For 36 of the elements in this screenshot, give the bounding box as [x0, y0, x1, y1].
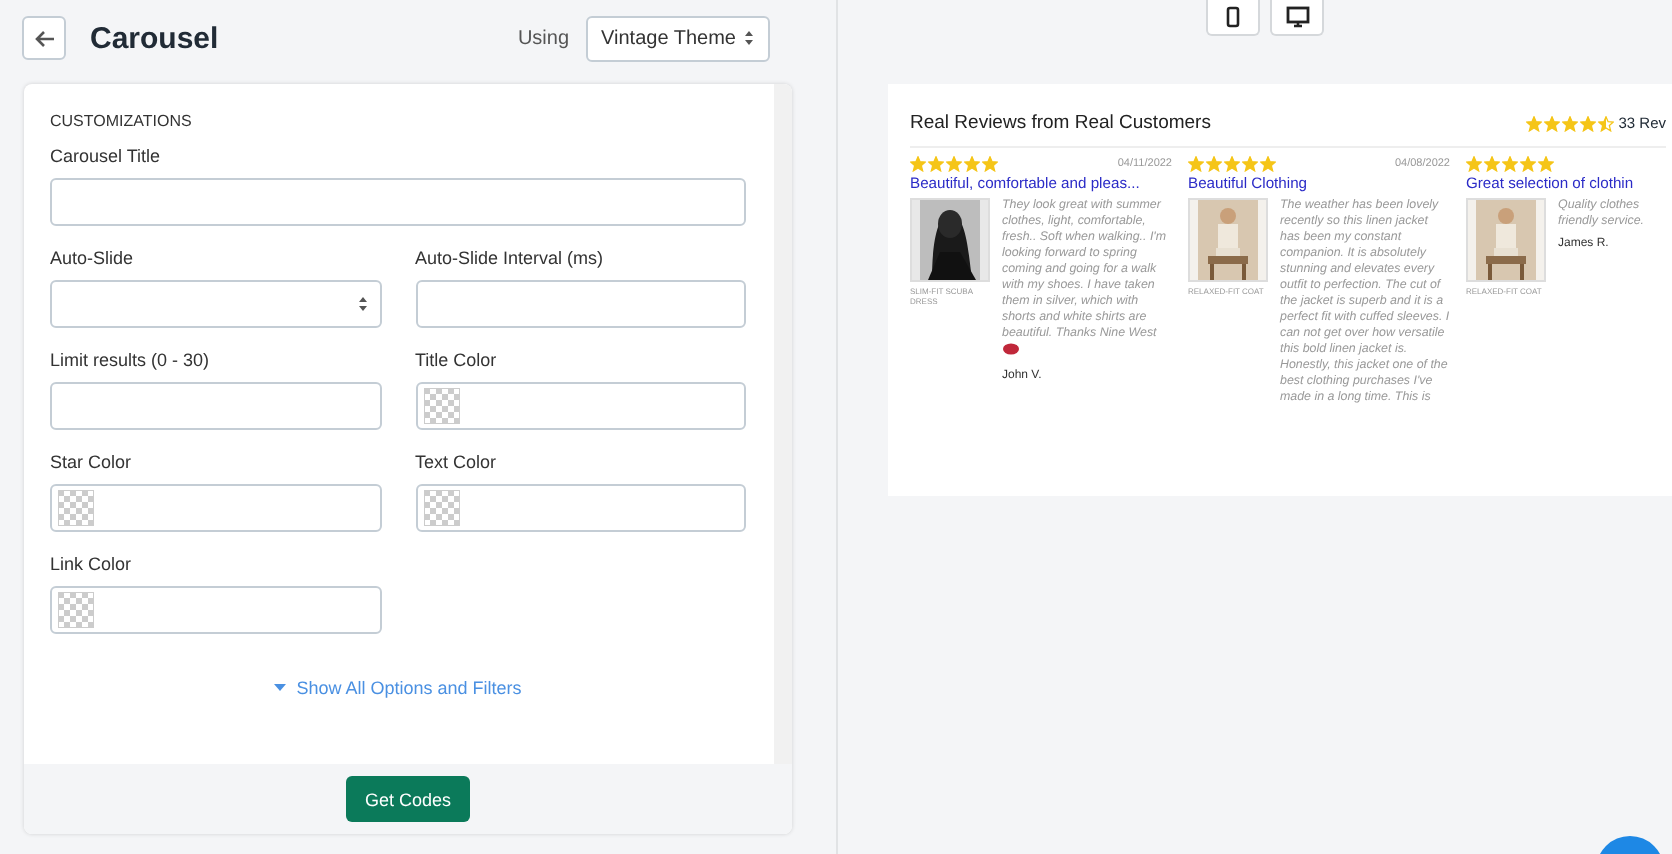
- field-label: Limit results (0 - 30): [50, 350, 212, 370]
- page-title: Carousel: [90, 21, 219, 55]
- monitor-icon: [1285, 6, 1309, 28]
- widget-title: Real Reviews from Real Customers: [910, 112, 1211, 134]
- get-codes-button[interactable]: Get Codes: [346, 776, 470, 822]
- desktop-view-button[interactable]: [1270, 0, 1324, 36]
- color-field[interactable]: [50, 586, 382, 634]
- section-heading: CUSTOMIZATIONS: [50, 112, 194, 130]
- input-field[interactable]: [415, 280, 746, 328]
- theme-label: Using: [517, 27, 570, 49]
- phone-icon: [1226, 6, 1240, 28]
- select-field[interactable]: [50, 280, 381, 328]
- scrollbar[interactable]: [774, 84, 792, 764]
- back-arrow-icon: [33, 29, 55, 47]
- field-label: Link Color: [50, 554, 134, 574]
- transparent-swatch-icon: [423, 388, 459, 424]
- color-field[interactable]: [415, 484, 746, 532]
- field-label: Text Color: [415, 452, 499, 472]
- sort-caret-icon: [357, 296, 367, 312]
- field-label: Carousel Title: [50, 146, 163, 166]
- transparent-swatch-icon: [58, 592, 94, 628]
- transparent-swatch-icon: [423, 490, 459, 526]
- color-field[interactable]: [415, 382, 746, 430]
- input-field[interactable]: [50, 382, 381, 430]
- field-label: Star Color: [50, 452, 134, 472]
- transparent-swatch-icon: [58, 490, 94, 526]
- field-label: Title Color: [415, 350, 499, 370]
- sort-caret-icon: [744, 30, 754, 46]
- back-button[interactable]: [22, 16, 66, 60]
- theme-select[interactable]: Vintage Theme: [585, 15, 770, 61]
- mobile-view-button[interactable]: [1206, 0, 1260, 36]
- caret-icon: [274, 684, 287, 692]
- color-field[interactable]: [50, 484, 381, 532]
- field-label: Auto-Slide Interval (ms): [415, 248, 606, 268]
- input-field[interactable]: [50, 178, 746, 226]
- field-label: Auto-Slide: [50, 248, 136, 268]
